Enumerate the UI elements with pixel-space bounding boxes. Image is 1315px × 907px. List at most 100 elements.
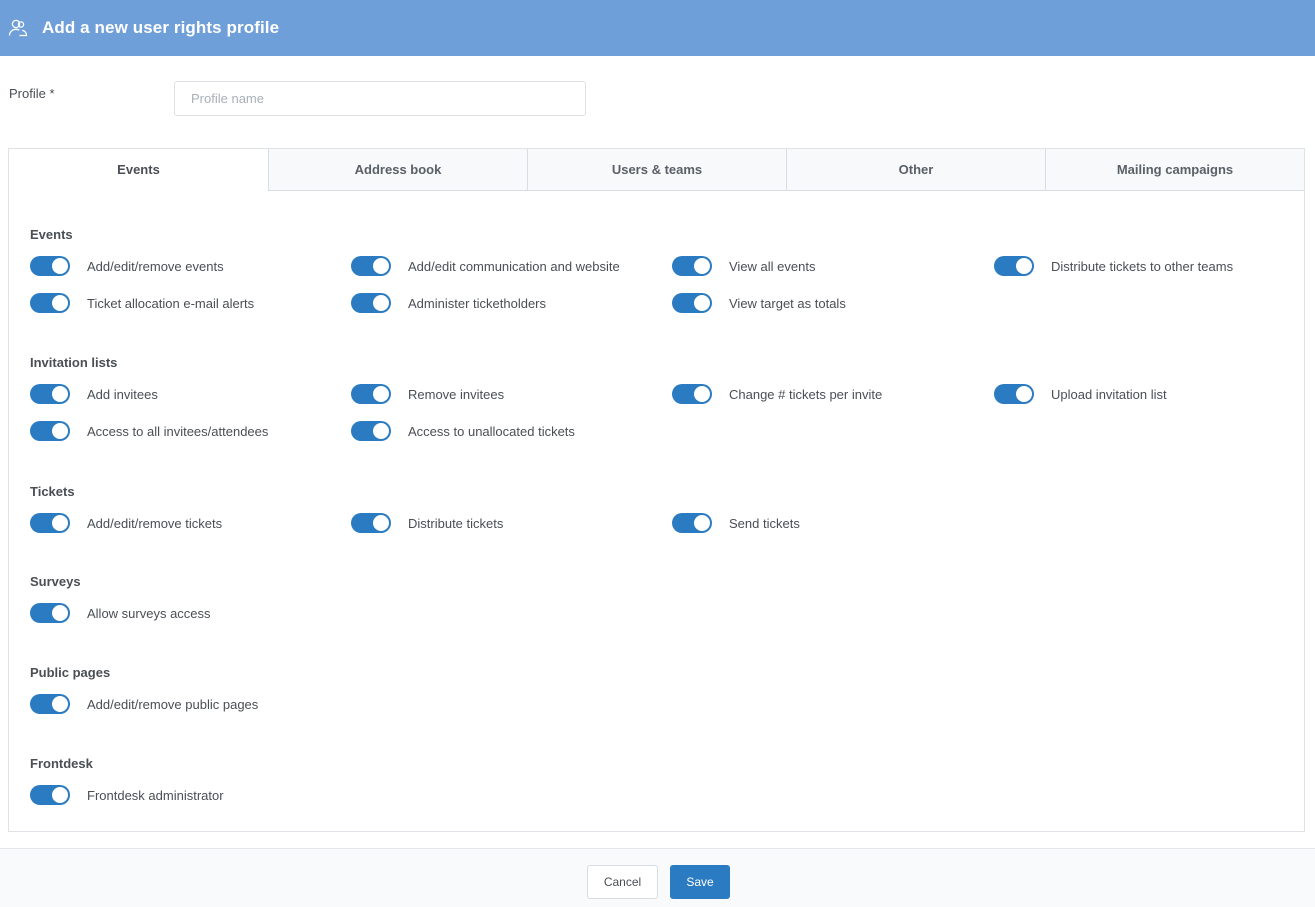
permission-label: Access to all invitees/attendees: [87, 423, 269, 439]
permission-label: Access to unallocated tickets: [408, 423, 575, 439]
permission-item: Ticket allocation e-mail alerts: [30, 293, 351, 313]
permission-item: Remove invitees: [351, 384, 672, 404]
rights-panel: Events Address book Users & teams Other Mail…: [8, 148, 1305, 832]
permission-toggle[interactable]: [30, 421, 70, 441]
permission-item: Add/edit/remove tickets: [30, 513, 351, 533]
permission-item: Change # tickets per invite: [672, 384, 994, 404]
dialog-title: Add a new user rights profile: [42, 18, 280, 37]
toggle-knob: [52, 295, 68, 311]
permission-label: Add/edit/remove tickets: [87, 515, 223, 531]
permission-item: Access to all invitees/attendees: [30, 421, 351, 441]
permission-item: Upload invitation list: [994, 384, 1290, 404]
user-profile-icon: [8, 18, 28, 38]
permission-label: View target as totals: [729, 295, 846, 311]
tab-events[interactable]: Events: [9, 149, 268, 191]
permission-item: View all events: [672, 256, 994, 276]
permission-grid: Frontdesk administrator: [30, 785, 1290, 805]
tab-address-book[interactable]: Address book: [268, 149, 527, 191]
toggle-knob: [694, 515, 710, 531]
permission-grid: Add/edit/remove tickets Distribute ticket…: [30, 513, 1290, 533]
section-surveys: Surveys Allow surveys access: [30, 574, 1290, 623]
permission-label: Administer ticketholders: [408, 295, 546, 311]
section-title: Public pages: [30, 665, 111, 680]
dialog-footer: Cancel Save: [0, 848, 1315, 907]
section-title: Invitation lists: [30, 355, 118, 370]
permission-toggle[interactable]: [30, 785, 70, 805]
permission-label: Change # tickets per invite: [729, 386, 883, 402]
permission-item: Send tickets: [672, 513, 994, 533]
permission-label: Distribute tickets: [408, 515, 504, 531]
profile-label: Profile *: [9, 86, 55, 101]
cancel-button[interactable]: Cancel: [587, 865, 658, 899]
toggle-knob: [694, 295, 710, 311]
toggle-knob: [52, 515, 68, 531]
toggle-knob: [373, 386, 389, 402]
permission-item: Administer ticketholders: [351, 293, 672, 313]
permission-item: Allow surveys access: [30, 603, 351, 623]
section-tickets: Tickets Add/edit/remove tickets Distribute…: [30, 484, 1290, 533]
tab-bar: Events Address book Users & teams Other Mail…: [9, 149, 1304, 191]
permission-label: Frontdesk administrator: [87, 787, 224, 803]
toggle-knob: [1016, 258, 1032, 274]
permission-toggle[interactable]: [30, 384, 70, 404]
toggle-knob: [373, 423, 389, 439]
toggle-knob: [373, 515, 389, 531]
tab-mailing-campaigns[interactable]: Mailing campaigns: [1045, 149, 1304, 191]
permission-toggle[interactable]: [994, 256, 1034, 276]
permission-toggle[interactable]: [994, 384, 1034, 404]
permission-toggle[interactable]: [672, 513, 712, 533]
section-title: Events: [30, 227, 73, 242]
permission-toggle[interactable]: [351, 293, 391, 313]
permission-toggle[interactable]: [30, 603, 70, 623]
permission-label: Ticket allocation e-mail alerts: [87, 295, 255, 311]
permission-toggle[interactable]: [351, 384, 391, 404]
toggle-knob: [52, 696, 68, 712]
permission-item: Add/edit/remove events: [30, 256, 351, 276]
permission-toggle[interactable]: [30, 694, 70, 714]
section-title: Frontdesk: [30, 756, 93, 771]
permission-toggle[interactable]: [30, 256, 70, 276]
permission-toggle[interactable]: [672, 384, 712, 404]
toggle-knob: [52, 605, 68, 621]
save-button[interactable]: Save: [670, 865, 730, 899]
toggle-knob: [1016, 386, 1032, 402]
toggle-knob: [373, 258, 389, 274]
permission-toggle[interactable]: [672, 256, 712, 276]
section-public-pages: Public pages Add/edit/remove public pages: [30, 665, 1290, 714]
permission-label: Add/edit/remove public pages: [87, 696, 259, 712]
dialog-header: Add a new user rights profile: [0, 0, 1315, 56]
permission-grid: Add invitees Remove invitees Change # tick…: [30, 384, 1290, 441]
section-events: Events Add/edit/remove events Add/edit com…: [30, 227, 1290, 313]
toggle-knob: [52, 386, 68, 402]
section-title: Surveys: [30, 574, 81, 589]
profile-name-input[interactable]: [174, 81, 586, 116]
permission-label: Allow surveys access: [87, 605, 211, 621]
section-invitation-lists: Invitation lists Add invitees Remove invit…: [30, 355, 1290, 441]
permission-toggle[interactable]: [351, 421, 391, 441]
permission-item: Access to unallocated tickets: [351, 421, 672, 441]
permission-toggle[interactable]: [672, 293, 712, 313]
toggle-knob: [373, 295, 389, 311]
tab-users-teams[interactable]: Users & teams: [527, 149, 786, 191]
permission-label: View all events: [729, 258, 816, 274]
permission-label: Remove invitees: [408, 386, 505, 402]
permission-grid: Add/edit/remove public pages: [30, 694, 1290, 714]
permission-toggle[interactable]: [30, 513, 70, 533]
permission-item: Add invitees: [30, 384, 351, 404]
permission-label: Add/edit communication and website: [408, 258, 620, 274]
toggle-knob: [52, 787, 68, 803]
permission-item: Add/edit communication and website: [351, 256, 672, 276]
toggle-knob: [52, 423, 68, 439]
section-frontdesk: Frontdesk Frontdesk administrator: [30, 756, 1290, 805]
tab-other[interactable]: Other: [786, 149, 1045, 191]
toggle-knob: [52, 258, 68, 274]
permission-label: Send tickets: [729, 515, 800, 531]
permission-toggle[interactable]: [30, 293, 70, 313]
permission-toggle[interactable]: [351, 256, 391, 276]
permission-item: Add/edit/remove public pages: [30, 694, 351, 714]
permission-item: Frontdesk administrator: [30, 785, 351, 805]
section-title: Tickets: [30, 484, 75, 499]
permission-toggle[interactable]: [351, 513, 391, 533]
toggle-knob: [694, 258, 710, 274]
permission-label: Add/edit/remove events: [87, 258, 224, 274]
